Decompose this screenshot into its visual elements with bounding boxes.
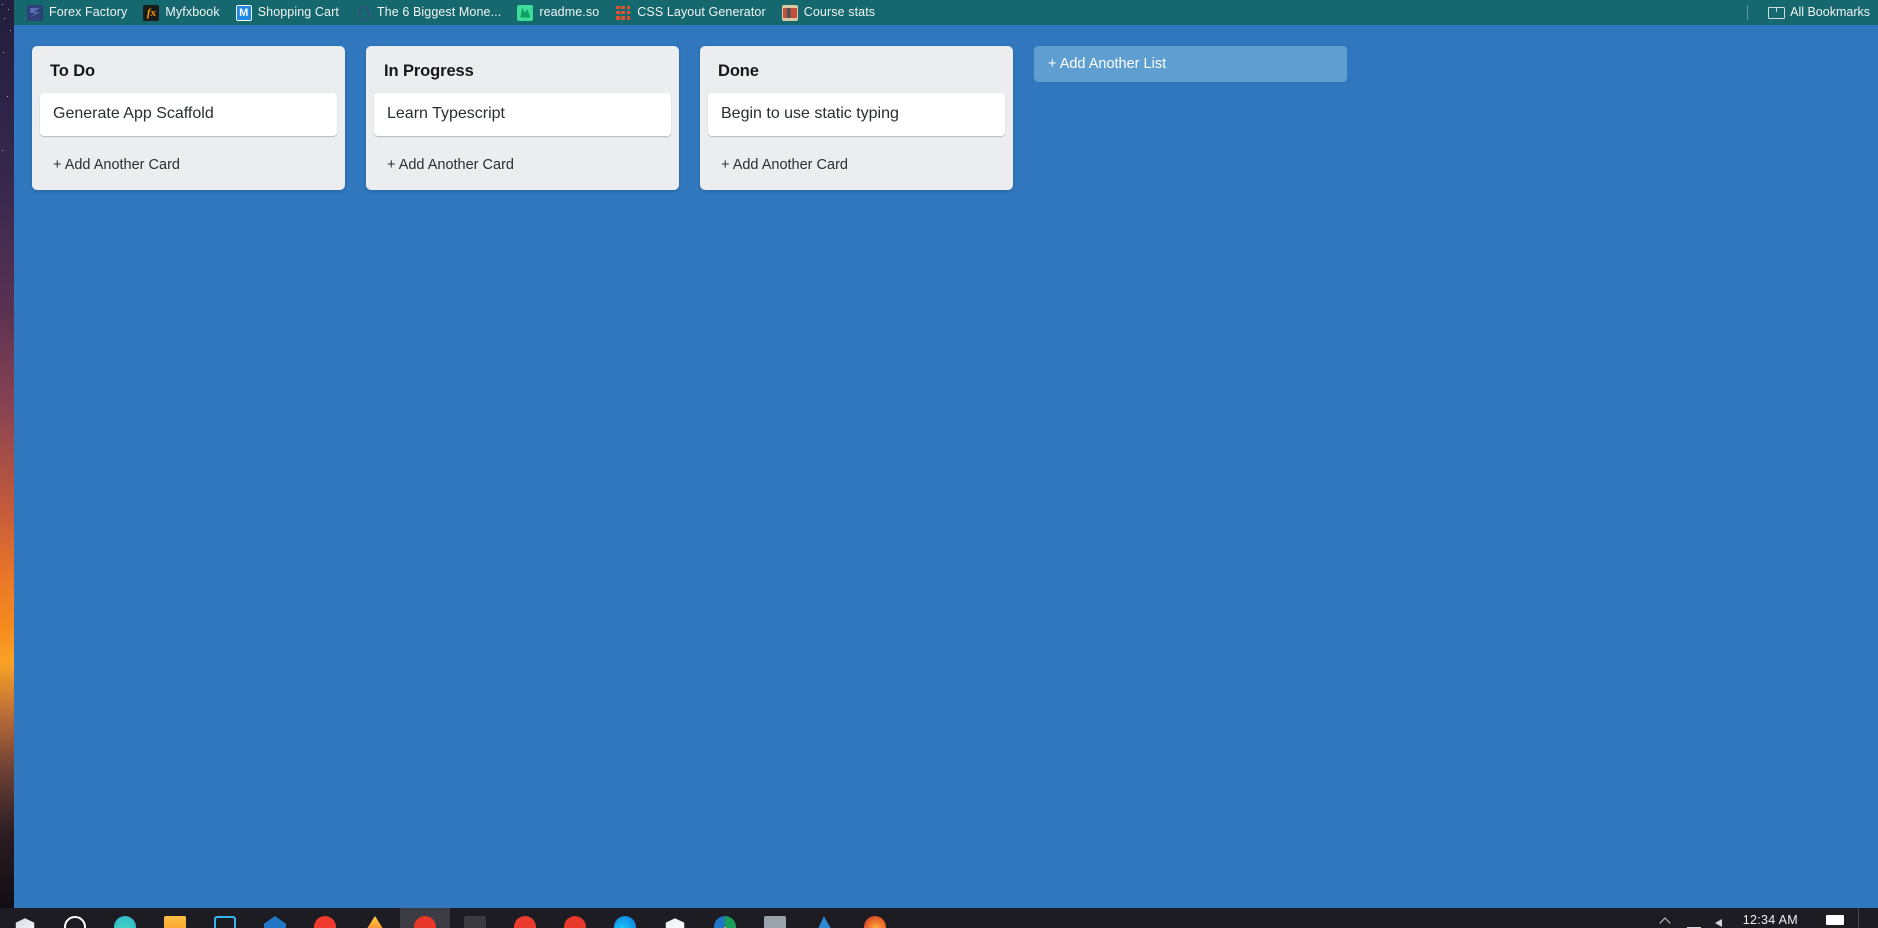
- bookmark-label: Shopping Cart: [257, 5, 339, 20]
- bookmark-the-6-biggest-money[interactable]: The 6 Biggest Mone...: [347, 2, 509, 24]
- list-title: To Do: [50, 62, 96, 80]
- bookmark-forex-factory[interactable]: Forex Factory: [19, 2, 135, 24]
- teams-icon: [114, 916, 136, 928]
- bookmarks-bar: Forex Factory Myfxbook Shopping Cart The…: [14, 0, 1878, 25]
- bookmark-course-stats[interactable]: Course stats: [774, 2, 883, 24]
- desktop-wallpaper: [0, 0, 14, 908]
- bookmark-readme-so[interactable]: readme.so: [509, 2, 607, 24]
- taskbar-item-opera-gx[interactable]: [400, 908, 450, 928]
- taskbar-item-chrome[interactable]: [700, 908, 750, 928]
- taskbar-item-file-explorer[interactable]: [150, 908, 200, 928]
- folder-icon: [764, 916, 786, 928]
- taskbar-item-explorer-window[interactable]: [750, 908, 800, 928]
- list-column-done: Done Begin to use static typing + Add An…: [700, 46, 1013, 190]
- vscode-icon: [264, 916, 286, 928]
- list-title: In Progress: [384, 62, 474, 80]
- wallpaper-star: [3, 52, 4, 53]
- firefox-icon: [864, 916, 886, 928]
- taskbar-item-windows-app[interactable]: [650, 908, 700, 928]
- bookmark-label: Myfxbook: [165, 5, 220, 20]
- folder-icon: [164, 916, 186, 928]
- notifications-icon[interactable]: [1826, 915, 1844, 925]
- taskbar-item-start[interactable]: [0, 908, 50, 928]
- list-title: Done: [718, 62, 759, 80]
- taskbar-clock[interactable]: 12:34 AM: [1743, 913, 1812, 927]
- add-another-card-button[interactable]: + Add Another Card: [374, 145, 671, 190]
- bookmark-myfxbook[interactable]: Myfxbook: [135, 2, 227, 24]
- store-icon: [214, 916, 236, 928]
- taskbar-item-opera[interactable]: [300, 908, 350, 928]
- bookmark-label: Forex Factory: [49, 5, 128, 20]
- card[interactable]: Begin to use static typing: [708, 93, 1005, 136]
- course-stats-icon: [781, 4, 798, 21]
- flame-icon: [367, 916, 383, 928]
- wallpaper-star: [10, 30, 11, 31]
- readme-icon: [517, 4, 534, 21]
- forexfactory-icon: [27, 4, 43, 21]
- wallpaper-star: [2, 4, 3, 5]
- shopping-cart-icon: [235, 4, 252, 21]
- add-another-list-button[interactable]: + Add Another List: [1034, 46, 1347, 82]
- system-tray: 12:34 AM: [1659, 908, 1878, 928]
- taskbar-item-search[interactable]: [50, 908, 100, 928]
- taskbar-item-opera-window-2[interactable]: [500, 908, 550, 928]
- money-article-icon: [354, 4, 371, 21]
- bookmark-label: readme.so: [539, 5, 600, 20]
- windows-taskbar: 12:34 AM: [0, 908, 1878, 928]
- azure-icon: [814, 916, 836, 928]
- edge-icon: [614, 916, 636, 928]
- chrome-icon: [714, 916, 736, 928]
- volume-icon[interactable]: [1714, 917, 1729, 928]
- terminal-icon: [464, 916, 486, 928]
- myfxbook-icon: [143, 4, 160, 21]
- kanban-board: To Do Generate App Scaffold + Add Anothe…: [14, 25, 1878, 908]
- card-area: Begin to use static typing: [700, 93, 1013, 136]
- taskbar-item-azure-data-studio[interactable]: [800, 908, 850, 928]
- list-column-in-progress: In Progress Learn Typescript + Add Anoth…: [366, 46, 679, 190]
- add-another-card-button[interactable]: + Add Another Card: [40, 145, 337, 190]
- bookmark-label: Course stats: [803, 5, 876, 20]
- taskbar-item-microsoft-store[interactable]: [200, 908, 250, 928]
- network-icon[interactable]: [1686, 917, 1701, 928]
- chevron-up-icon[interactable]: [1659, 917, 1673, 928]
- all-bookmarks-button[interactable]: All Bookmarks: [1760, 2, 1878, 24]
- card-area: Learn Typescript: [366, 93, 679, 136]
- card[interactable]: Learn Typescript: [374, 93, 671, 136]
- bookmark-label: CSS Layout Generator: [637, 5, 766, 20]
- css-layout-icon: [615, 4, 632, 21]
- taskbar-app-list: [0, 908, 1659, 928]
- bookmarks-divider: [1747, 5, 1749, 20]
- opera-gx-icon: [414, 916, 436, 928]
- bookmarks-bar-right-section: All Bookmarks: [1747, 0, 1878, 25]
- bookmark-label: The 6 Biggest Mone...: [376, 5, 502, 20]
- taskbar-item-vs-code[interactable]: [250, 908, 300, 928]
- show-desktop-button[interactable]: [1858, 908, 1868, 928]
- taskbar-item-edge[interactable]: [600, 908, 650, 928]
- taskbar-item-firefox[interactable]: [850, 908, 900, 928]
- wallpaper-star: [8, 9, 9, 10]
- opera-icon: [514, 916, 536, 928]
- windows-start-icon: [15, 918, 35, 928]
- all-bookmarks-label: All Bookmarks: [1790, 5, 1870, 20]
- wallpaper-star: [4, 18, 5, 19]
- opera-icon: [314, 916, 336, 928]
- browser-window: Forex Factory Myfxbook Shopping Cart The…: [14, 0, 1878, 908]
- add-another-card-button[interactable]: + Add Another Card: [708, 145, 1005, 190]
- card-area: Generate App Scaffold: [32, 93, 345, 136]
- card[interactable]: Generate App Scaffold: [40, 93, 337, 136]
- search-icon: [64, 916, 86, 928]
- taskbar-item-terminal[interactable]: [450, 908, 500, 928]
- taskbar-item-teams[interactable]: [100, 908, 150, 928]
- folder-icon: [1768, 6, 1786, 19]
- opera-icon: [564, 916, 586, 928]
- wallpaper-star: [2, 150, 3, 151]
- taskbar-item-firefox-dev[interactable]: [350, 908, 400, 928]
- bookmark-shopping-cart[interactable]: Shopping Cart: [228, 2, 347, 24]
- windows-icon: [665, 918, 685, 928]
- wallpaper-star: [7, 96, 8, 97]
- list-column-to-do: To Do Generate App Scaffold + Add Anothe…: [32, 46, 345, 190]
- bookmark-css-layout-generator[interactable]: CSS Layout Generator: [607, 2, 773, 24]
- taskbar-item-opera-window-3[interactable]: [550, 908, 600, 928]
